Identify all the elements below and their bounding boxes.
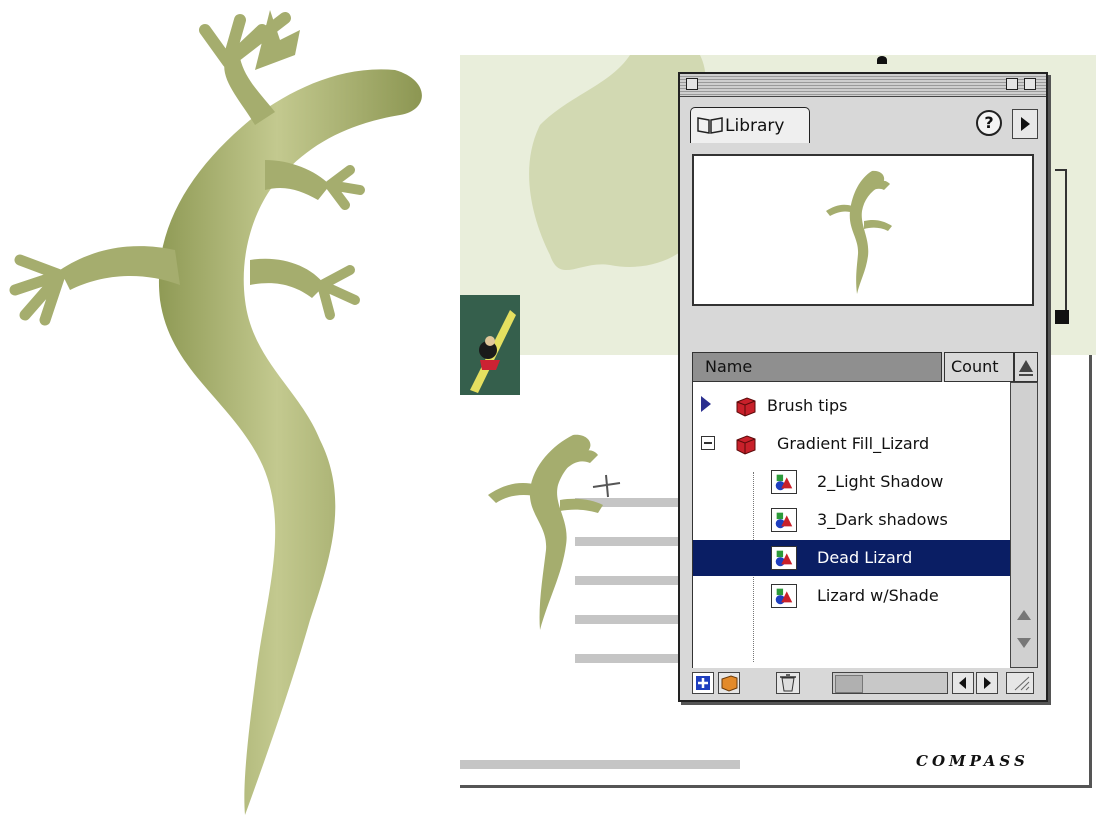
panel-titlebar[interactable] — [680, 74, 1046, 97]
zoom-box-icon[interactable] — [1006, 78, 1018, 90]
help-button[interactable]: ? — [976, 110, 1002, 136]
tab-library[interactable]: Library — [690, 107, 810, 143]
item-label: Dead Lizard — [817, 548, 913, 567]
scroll-thumb[interactable] — [835, 675, 863, 693]
symbol-preview — [692, 154, 1034, 306]
scroll-down-icon[interactable] — [1013, 631, 1035, 653]
small-lizard-graphic — [488, 434, 621, 630]
tab-library-label: Library — [725, 116, 785, 136]
scroll-right-button[interactable] — [976, 672, 998, 694]
column-name-header[interactable]: Name — [692, 352, 942, 382]
list-item[interactable]: 3_Dark shadows — [693, 502, 1011, 538]
list-item[interactable]: Gradient Fill_Lizard — [693, 426, 1011, 462]
page-marker — [877, 56, 887, 64]
resize-grip-icon — [1014, 676, 1030, 691]
scroll-up-icon[interactable] — [1013, 605, 1035, 627]
folder-icon — [736, 435, 756, 455]
triangle-up-icon — [1019, 360, 1033, 376]
graphic-symbol-icon — [771, 546, 797, 570]
item-label: 3_Dark shadows — [817, 510, 948, 529]
book-icon — [697, 117, 723, 134]
column-count-header[interactable]: Count — [944, 352, 1014, 382]
item-label: Gradient Fill_Lizard — [777, 434, 930, 453]
list-item[interactable]: Brush tips — [693, 388, 1011, 424]
list-item[interactable]: 2_Light Shadow — [693, 464, 1011, 500]
plus-icon — [696, 676, 710, 690]
item-label: Brush tips — [767, 396, 848, 415]
text-placeholder-line — [460, 760, 740, 769]
library-item-list: Brush tips Gradient Fill_Lizard 2_Light … — [692, 382, 1011, 668]
graphic-symbol-icon — [771, 508, 797, 532]
folder-icon — [721, 675, 738, 692]
triangle-right-icon — [1021, 117, 1030, 131]
kayak-photo — [460, 295, 520, 395]
list-item[interactable]: Lizard w/Shade — [693, 578, 1011, 614]
item-label: 2_Light Shadow — [817, 472, 944, 491]
scroll-left-button[interactable] — [952, 672, 974, 694]
triangle-left-icon — [959, 677, 966, 689]
panel-bottom-bar — [690, 668, 1040, 698]
sort-order-button[interactable] — [1014, 352, 1038, 382]
trash-icon — [780, 674, 796, 692]
item-label: Lizard w/Shade — [817, 586, 939, 605]
delete-button[interactable] — [776, 672, 800, 694]
list-header: Name Count — [692, 352, 1038, 382]
new-folder-button[interactable] — [718, 672, 740, 694]
triangle-right-icon — [984, 677, 991, 689]
horizontal-scrollbar[interactable] — [832, 672, 948, 694]
folder-icon — [736, 397, 756, 417]
text-placeholder-line — [575, 654, 685, 663]
resize-grip[interactable] — [1006, 672, 1034, 694]
graphic-symbol-icon — [771, 584, 797, 608]
lizard-illustration — [9, 10, 422, 815]
new-symbol-button[interactable] — [692, 672, 714, 694]
lizard-preview-graphic — [826, 170, 892, 294]
panel-menu-button[interactable] — [1012, 109, 1038, 139]
library-panel[interactable]: Library ? Name Count Brush tips Gradient… — [678, 72, 1048, 702]
compass-logo: COMPASS — [916, 752, 1029, 770]
collapse-toggle-icon[interactable] — [701, 436, 715, 450]
expand-arrow-icon[interactable] — [701, 396, 711, 412]
collapse-box-icon[interactable] — [1024, 78, 1036, 90]
close-box-icon[interactable] — [686, 78, 698, 90]
list-item-selected[interactable]: Dead Lizard — [693, 540, 1011, 576]
graphic-symbol-icon — [771, 470, 797, 494]
vertical-scrollbar[interactable] — [1010, 382, 1038, 668]
